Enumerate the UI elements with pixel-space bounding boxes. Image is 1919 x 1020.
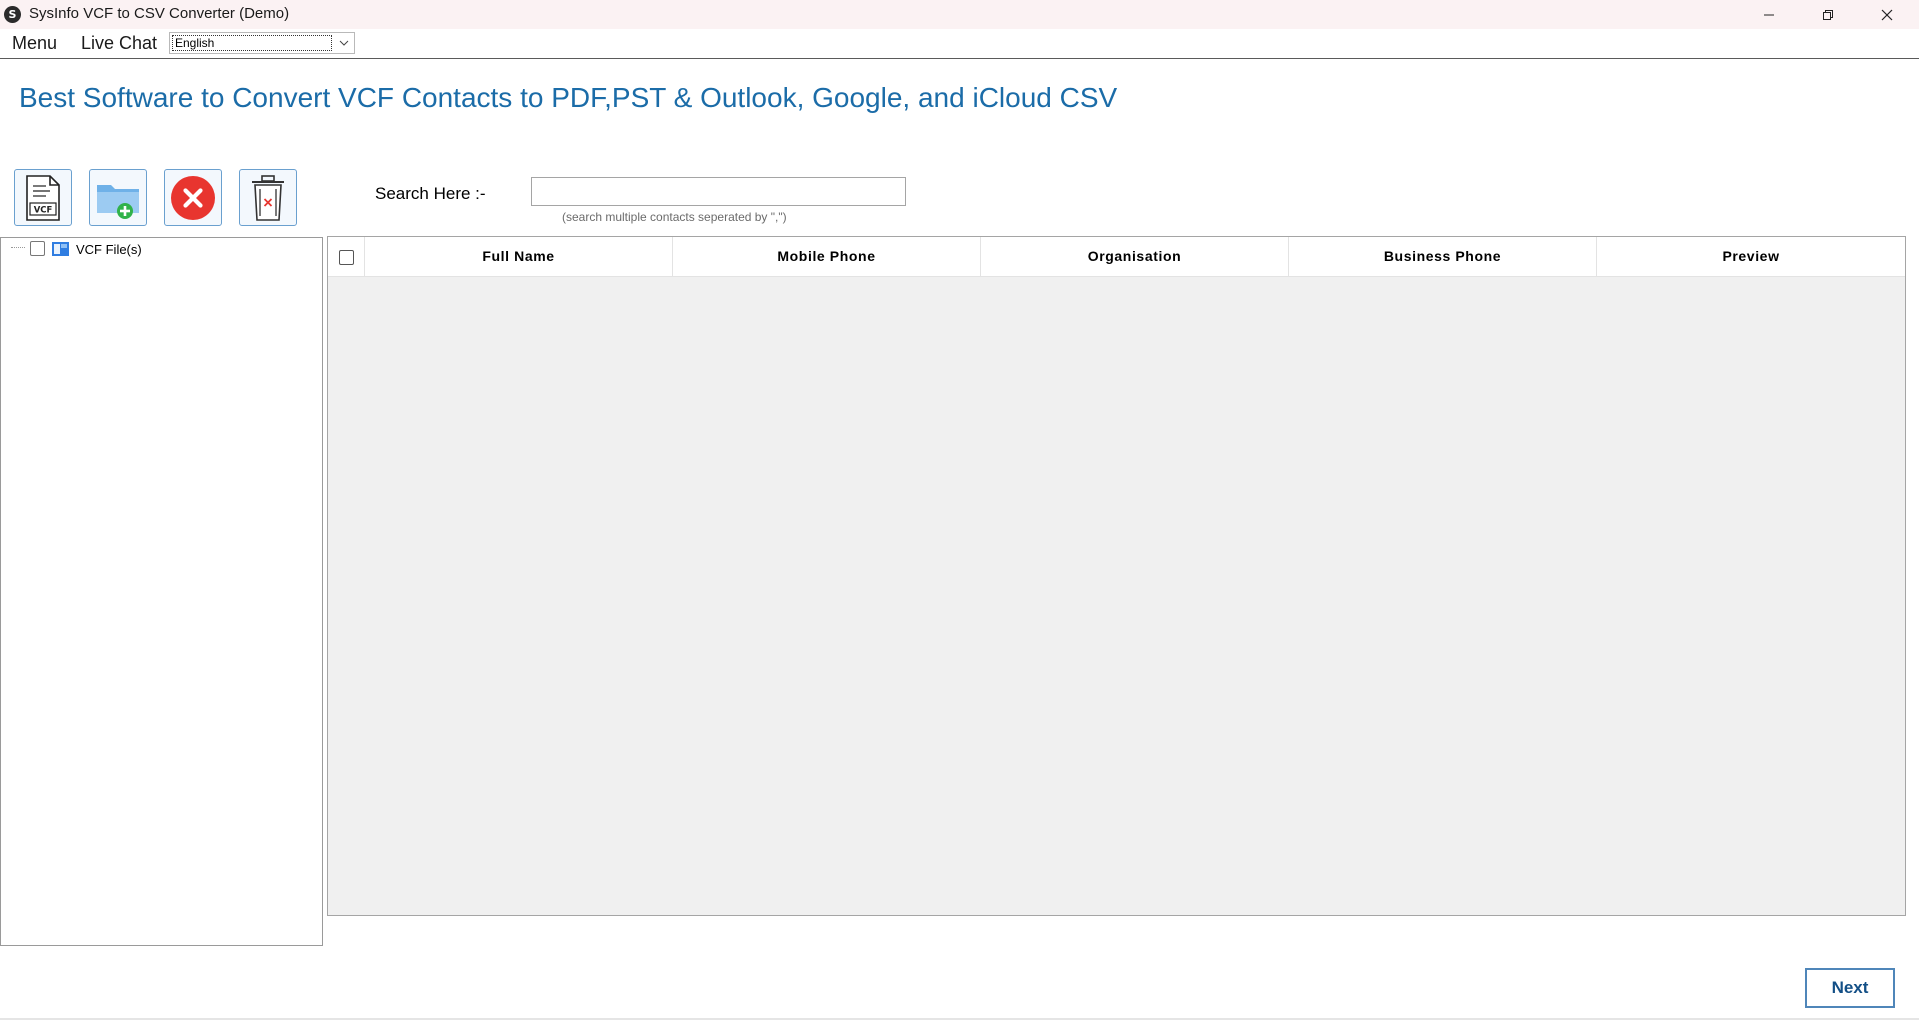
remove-file-button[interactable] — [164, 169, 222, 226]
search-label: Search Here :- — [375, 184, 486, 203]
minimize-icon — [1764, 14, 1774, 15]
close-icon — [1881, 9, 1893, 20]
vcf-file-icon: VCF — [26, 174, 60, 221]
add-folder-icon — [97, 184, 139, 219]
column-header-organisation[interactable]: Organisation — [981, 237, 1289, 276]
tree-root-label[interactable]: VCF File(s) — [76, 242, 142, 257]
title-bar: SysInfo VCF to CSV Converter (Demo) — [0, 0, 1919, 29]
contacts-grid: Full Name Mobile Phone Organisation Busi… — [327, 236, 1906, 916]
language-selected-value: English — [172, 35, 332, 51]
close-button[interactable] — [1858, 0, 1916, 29]
search-hint: (search multiple contacts seperated by "… — [562, 210, 787, 224]
vcf-icon-label: VCF — [34, 205, 53, 215]
tree-root-checkbox[interactable] — [30, 241, 45, 256]
search-input[interactable] — [531, 177, 906, 206]
tree-connector — [11, 247, 25, 248]
add-folder-button[interactable] — [89, 169, 147, 226]
folder-icon — [52, 242, 69, 256]
language-dropdown[interactable]: English — [169, 32, 355, 54]
remove-icon — [171, 175, 215, 220]
delete-all-button[interactable] — [239, 169, 297, 226]
page-title: Best Software to Convert VCF Contacts to… — [19, 82, 1118, 113]
select-all-cell — [328, 237, 365, 276]
column-header-mobile-phone[interactable]: Mobile Phone — [673, 237, 981, 276]
select-all-checkbox[interactable] — [339, 250, 354, 265]
menu-item-live-chat[interactable]: Live Chat — [81, 33, 157, 54]
restore-button[interactable] — [1799, 0, 1857, 29]
column-header-full-name[interactable]: Full Name — [365, 237, 673, 276]
restore-icon — [1823, 9, 1833, 20]
grid-header: Full Name Mobile Phone Organisation Busi… — [328, 237, 1905, 277]
add-vcf-file-button[interactable]: VCF — [14, 169, 72, 226]
chevron-down-icon — [339, 40, 349, 46]
column-header-business-phone[interactable]: Business Phone — [1289, 237, 1597, 276]
delete-icon — [252, 174, 284, 221]
menu-item-menu[interactable]: Menu — [12, 33, 57, 54]
minimize-button[interactable] — [1740, 0, 1798, 29]
app-logo-icon — [4, 6, 21, 23]
column-header-preview[interactable]: Preview — [1597, 237, 1905, 276]
next-button[interactable]: Next — [1805, 968, 1895, 1008]
window-title: SysInfo VCF to CSV Converter (Demo) — [29, 5, 290, 22]
file-tree-panel: VCF File(s) — [0, 237, 323, 946]
